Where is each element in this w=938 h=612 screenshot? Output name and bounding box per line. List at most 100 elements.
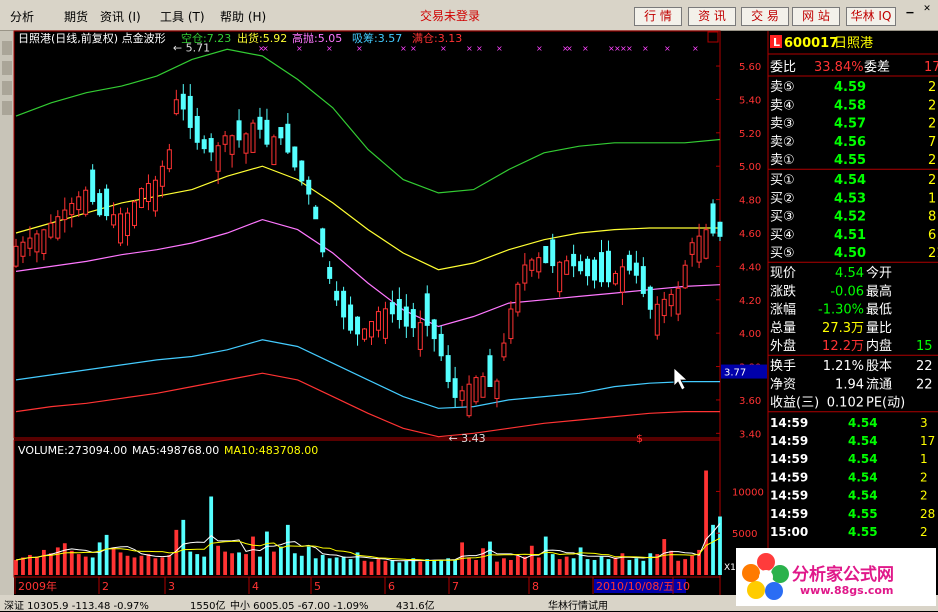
candle-body bbox=[654, 303, 660, 336]
candle-body bbox=[41, 229, 47, 255]
candle-body bbox=[473, 377, 479, 403]
candle-body bbox=[131, 201, 137, 226]
candle-body bbox=[341, 290, 347, 318]
x-tick-label: 2010/10/08/五 bbox=[596, 580, 674, 593]
candle-body bbox=[375, 311, 381, 331]
candle-body bbox=[118, 213, 124, 244]
stat-label: 现价 bbox=[770, 266, 796, 281]
stat-label: 外盘 bbox=[770, 338, 796, 354]
candle-body bbox=[104, 188, 110, 217]
candle-body bbox=[299, 160, 305, 182]
signal-marker: × bbox=[296, 44, 303, 53]
candle-body bbox=[571, 253, 577, 267]
ma10-label: MA10:483708.00 bbox=[224, 444, 318, 457]
sell-signal-icon: $ bbox=[636, 432, 643, 445]
candle-body bbox=[445, 355, 451, 382]
bid-price-4: 4.51 bbox=[834, 228, 866, 243]
candle-body bbox=[215, 145, 221, 172]
candle-body bbox=[550, 239, 556, 267]
candle-body bbox=[257, 116, 263, 130]
trial-notice: 华林行情试用 bbox=[548, 601, 608, 612]
bid-label-5: 买⑤ bbox=[770, 246, 795, 261]
stock-chart[interactable]: 日照港(日线,前复权) 点金波形 空仓:7.23 出货:5.92 高抛:5.05 吸筹:… bbox=[0, 0, 938, 595]
stat-value: -1.30% bbox=[818, 303, 864, 318]
fund-value-right: 22 bbox=[916, 359, 933, 374]
candle-body bbox=[459, 390, 465, 401]
candle-body bbox=[236, 120, 242, 141]
candle-body bbox=[159, 165, 165, 187]
y-tick-label: 5.40 bbox=[739, 95, 761, 106]
candle-body bbox=[90, 169, 96, 202]
candle-body bbox=[76, 196, 82, 211]
ask-price-2: 4.56 bbox=[834, 135, 866, 150]
x-tick-label: 5 bbox=[314, 580, 321, 593]
x-tick-label: 6 bbox=[388, 580, 395, 593]
stock-code: 600017 bbox=[784, 36, 838, 51]
ratio-value: 33.84% bbox=[814, 60, 864, 75]
tick-time: 14:59 bbox=[770, 452, 808, 466]
candle-body bbox=[640, 266, 646, 294]
candle-body bbox=[605, 250, 611, 283]
turnover-shenzhen: 1550亿 bbox=[190, 601, 226, 612]
bid-price-2: 4.53 bbox=[834, 191, 866, 206]
fund-value: 1.94 bbox=[835, 377, 864, 392]
candle-body bbox=[689, 242, 695, 255]
candle-body bbox=[487, 355, 493, 388]
candle-body bbox=[536, 257, 542, 273]
tick-time: 14:59 bbox=[770, 416, 808, 430]
candle-body bbox=[675, 287, 681, 315]
candle-body bbox=[152, 179, 158, 212]
candle-body bbox=[529, 259, 535, 271]
stat-label: 涨幅 bbox=[770, 303, 796, 318]
candle-body bbox=[173, 99, 179, 115]
candle-body bbox=[403, 306, 409, 327]
candle-body bbox=[20, 241, 26, 257]
fund-label-right: 流通 bbox=[866, 377, 892, 392]
candle-body bbox=[592, 259, 598, 281]
diff-value: 17 bbox=[924, 60, 938, 75]
x-tick-label: 2009年 bbox=[18, 579, 57, 593]
candle-body bbox=[480, 376, 486, 398]
candle-body bbox=[633, 262, 639, 276]
signal-marker: × bbox=[356, 44, 363, 53]
candle-body bbox=[264, 119, 270, 145]
ask-label-5: 卖⑤ bbox=[770, 80, 795, 95]
candle-body bbox=[111, 214, 117, 226]
fund-value: 1.21% bbox=[823, 359, 864, 374]
candle-body bbox=[696, 235, 702, 263]
candle-body bbox=[717, 221, 723, 237]
candle-body bbox=[501, 342, 507, 358]
panel-maximize-icon[interactable] bbox=[707, 31, 719, 43]
y-tick-label: 4.40 bbox=[739, 262, 761, 273]
ask-volume-4: 2 bbox=[928, 98, 936, 113]
candle-body bbox=[578, 261, 584, 272]
signal-marker: × bbox=[496, 44, 503, 53]
bid-volume-4: 6 bbox=[928, 228, 936, 243]
candle-body bbox=[710, 203, 716, 234]
candle-body bbox=[145, 183, 151, 203]
stat-label: 总量 bbox=[770, 321, 796, 336]
tick-time: 14:59 bbox=[770, 489, 808, 503]
candle-body bbox=[619, 266, 625, 293]
tick-volume: 3 bbox=[920, 416, 928, 430]
candle-body bbox=[362, 328, 368, 340]
y-tick-label: 5.60 bbox=[739, 62, 761, 73]
candle-body bbox=[187, 95, 193, 128]
candle-body bbox=[557, 261, 563, 293]
candle-body bbox=[543, 246, 549, 264]
candle-body bbox=[201, 139, 207, 150]
diff-label: 委差 bbox=[864, 60, 890, 75]
signal-marker: × bbox=[536, 44, 543, 53]
stat-label: 涨跌 bbox=[770, 283, 796, 299]
candle-body bbox=[138, 188, 144, 208]
candle-body bbox=[452, 378, 458, 398]
candle-body bbox=[292, 146, 298, 168]
high-annotation: ← 5.71 bbox=[173, 42, 210, 55]
candle-body bbox=[306, 179, 312, 195]
x-tick-label: 4 bbox=[252, 580, 259, 593]
tick-time: 15:00 bbox=[770, 525, 808, 539]
candle-body bbox=[438, 333, 444, 357]
candle-body bbox=[647, 286, 653, 310]
candle-body bbox=[55, 216, 61, 239]
candle-body bbox=[368, 321, 374, 338]
